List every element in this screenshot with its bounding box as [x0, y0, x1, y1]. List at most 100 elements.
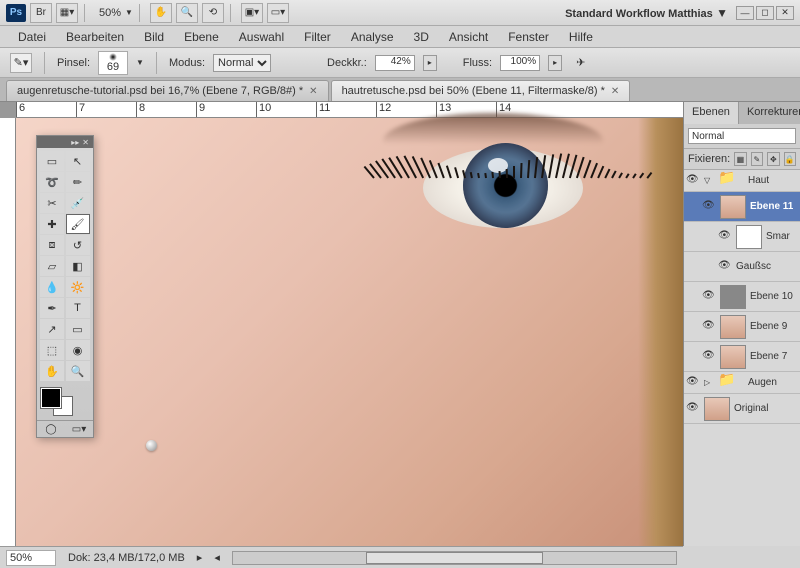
arrange-documents-icon[interactable]: ▣▾: [241, 3, 263, 23]
foreground-color[interactable]: [41, 388, 61, 408]
tool-palette[interactable]: ▸▸✕ ▭↖ ➰✏ ✂💉 ✚🖌 ⧈↺ ▱◧ 💧🔆 ✒T ↗▭ ⬚◉ ✋🔍 ◯▭▾: [36, 135, 94, 438]
hand-tool[interactable]: ✋: [40, 361, 64, 381]
airbrush-icon[interactable]: ✈: [576, 56, 585, 69]
crop-tool[interactable]: ✂: [40, 193, 64, 213]
zoom-tool-icon[interactable]: 🔍: [176, 3, 198, 23]
status-arrow-icon[interactable]: ▸: [197, 551, 203, 564]
opacity-field[interactable]: 42%: [375, 55, 415, 71]
expand-icon[interactable]: ▽: [704, 176, 714, 185]
layer-thumbnail[interactable]: [720, 345, 746, 369]
layer-thumbnail[interactable]: [720, 285, 746, 309]
layer-row[interactable]: 👁▷📁Augen: [684, 372, 800, 394]
blend-mode-select[interactable]: Normal: [213, 54, 271, 72]
stamp-tool[interactable]: ⧈: [40, 235, 64, 255]
layer-row[interactable]: 👁Gaußsc: [684, 252, 800, 282]
quick-select-tool[interactable]: ✏: [66, 172, 90, 192]
minimize-button[interactable]: —: [736, 6, 754, 20]
workspace-switcher[interactable]: Standard Workflow Matthias ▼: [559, 6, 734, 20]
dodge-tool[interactable]: 🔆: [66, 277, 90, 297]
rotate-view-icon[interactable]: ⟲: [202, 3, 224, 23]
bridge-button[interactable]: Br: [30, 3, 52, 23]
menu-fenster[interactable]: Fenster: [498, 27, 559, 47]
document-tab[interactable]: hautretusche.psd bei 50% (Ebene 11, Filt…: [331, 80, 631, 101]
quick-mask-icon[interactable]: ◯: [37, 421, 65, 437]
menu-analyse[interactable]: Analyse: [341, 27, 404, 47]
visibility-icon[interactable]: 👁: [686, 402, 700, 416]
layer-blend-mode[interactable]: [688, 128, 796, 144]
move-tool[interactable]: ▭: [40, 151, 64, 171]
layer-thumbnail[interactable]: [720, 195, 746, 219]
zoom-level[interactable]: 50%: [95, 5, 125, 21]
layer-thumbnail[interactable]: [704, 397, 730, 421]
blur-tool[interactable]: 💧: [40, 277, 64, 297]
history-brush-tool[interactable]: ↺: [66, 235, 90, 255]
healing-tool[interactable]: ✚: [40, 214, 64, 234]
vertical-ruler[interactable]: [0, 118, 16, 546]
lock-all-icon[interactable]: 🔒: [784, 152, 796, 166]
mini-bridge-button[interactable]: ▦▾: [56, 3, 78, 23]
menu-ebene[interactable]: Ebene: [174, 27, 229, 47]
menu-bearbeiten[interactable]: Bearbeiten: [56, 27, 134, 47]
tool-preset-icon[interactable]: ✎▾: [10, 53, 32, 73]
menu-bild[interactable]: Bild: [134, 27, 174, 47]
eraser-tool[interactable]: ▱: [40, 256, 64, 276]
3d-camera-tool[interactable]: ◉: [66, 340, 90, 360]
brush-tool[interactable]: 🖌: [66, 214, 90, 234]
zoom-tool[interactable]: 🔍: [66, 361, 90, 381]
path-select-tool[interactable]: ↗: [40, 319, 64, 339]
scroll-left-icon[interactable]: ◂: [214, 551, 220, 564]
hand-tool-icon[interactable]: ✋: [150, 3, 172, 23]
lock-transparency-icon[interactable]: ▦: [734, 152, 746, 166]
opacity-arrow[interactable]: ▸: [423, 55, 437, 71]
screen-mode-icon[interactable]: ▭▾: [267, 3, 289, 23]
screen-mode-icon[interactable]: ▭▾: [65, 421, 93, 437]
pen-tool[interactable]: ✒: [40, 298, 64, 318]
expand-icon[interactable]: ▷: [704, 378, 714, 387]
dropdown-icon[interactable]: ▼: [125, 8, 133, 17]
visibility-icon[interactable]: 👁: [686, 376, 700, 390]
visibility-icon[interactable]: 👁: [702, 320, 716, 334]
selection-tool[interactable]: ↖: [66, 151, 90, 171]
type-tool[interactable]: T: [66, 298, 90, 318]
horizontal-ruler[interactable]: 67891011121314: [16, 102, 683, 118]
close-button[interactable]: ✕: [776, 6, 794, 20]
lock-pixels-icon[interactable]: ✎: [751, 152, 763, 166]
3d-tool[interactable]: ⬚: [40, 340, 64, 360]
visibility-icon[interactable]: 👁: [702, 200, 716, 214]
lasso-tool[interactable]: ➰: [40, 172, 64, 192]
flow-field[interactable]: 100%: [500, 55, 540, 71]
document-tab[interactable]: augenretusche-tutorial.psd bei 16,7% (Eb…: [6, 80, 329, 101]
visibility-icon[interactable]: 👁: [718, 260, 732, 274]
collapse-icon[interactable]: ▸▸: [71, 138, 79, 147]
layer-thumbnail[interactable]: [736, 225, 762, 249]
gradient-tool[interactable]: ◧: [66, 256, 90, 276]
lock-position-icon[interactable]: ✥: [767, 152, 779, 166]
menu-auswahl[interactable]: Auswahl: [229, 27, 294, 47]
brush-preset-picker[interactable]: 69: [98, 51, 128, 75]
layer-row[interactable]: 👁Ebene 7: [684, 342, 800, 372]
eyedropper-tool[interactable]: 💉: [66, 193, 90, 213]
document-canvas[interactable]: [16, 118, 683, 546]
flow-arrow[interactable]: ▸: [548, 55, 562, 71]
menu-filter[interactable]: Filter: [294, 27, 341, 47]
visibility-icon[interactable]: 👁: [686, 174, 700, 188]
shape-tool[interactable]: ▭: [66, 319, 90, 339]
panel-tab-korrekturen[interactable]: Korrekturen: [739, 102, 800, 124]
maximize-button[interactable]: ◻: [756, 6, 774, 20]
visibility-icon[interactable]: 👁: [718, 230, 732, 244]
layer-thumbnail[interactable]: [720, 315, 746, 339]
color-swatches[interactable]: [37, 384, 93, 420]
menu-hilfe[interactable]: Hilfe: [559, 27, 603, 47]
menu-3d[interactable]: 3D: [404, 27, 439, 47]
layer-row[interactable]: 👁Ebene 9: [684, 312, 800, 342]
panel-tab-ebenen[interactable]: Ebenen: [684, 102, 739, 124]
menu-ansicht[interactable]: Ansicht: [439, 27, 498, 47]
horizontal-scrollbar[interactable]: [232, 551, 677, 565]
zoom-field[interactable]: 50%: [6, 550, 56, 566]
dropdown-icon[interactable]: ▼: [136, 58, 144, 67]
layer-row[interactable]: 👁Original: [684, 394, 800, 424]
menu-datei[interactable]: Datei: [8, 27, 56, 47]
layer-row[interactable]: 👁Ebene 11: [684, 192, 800, 222]
close-icon[interactable]: ✕: [82, 138, 89, 147]
visibility-icon[interactable]: 👁: [702, 290, 716, 304]
